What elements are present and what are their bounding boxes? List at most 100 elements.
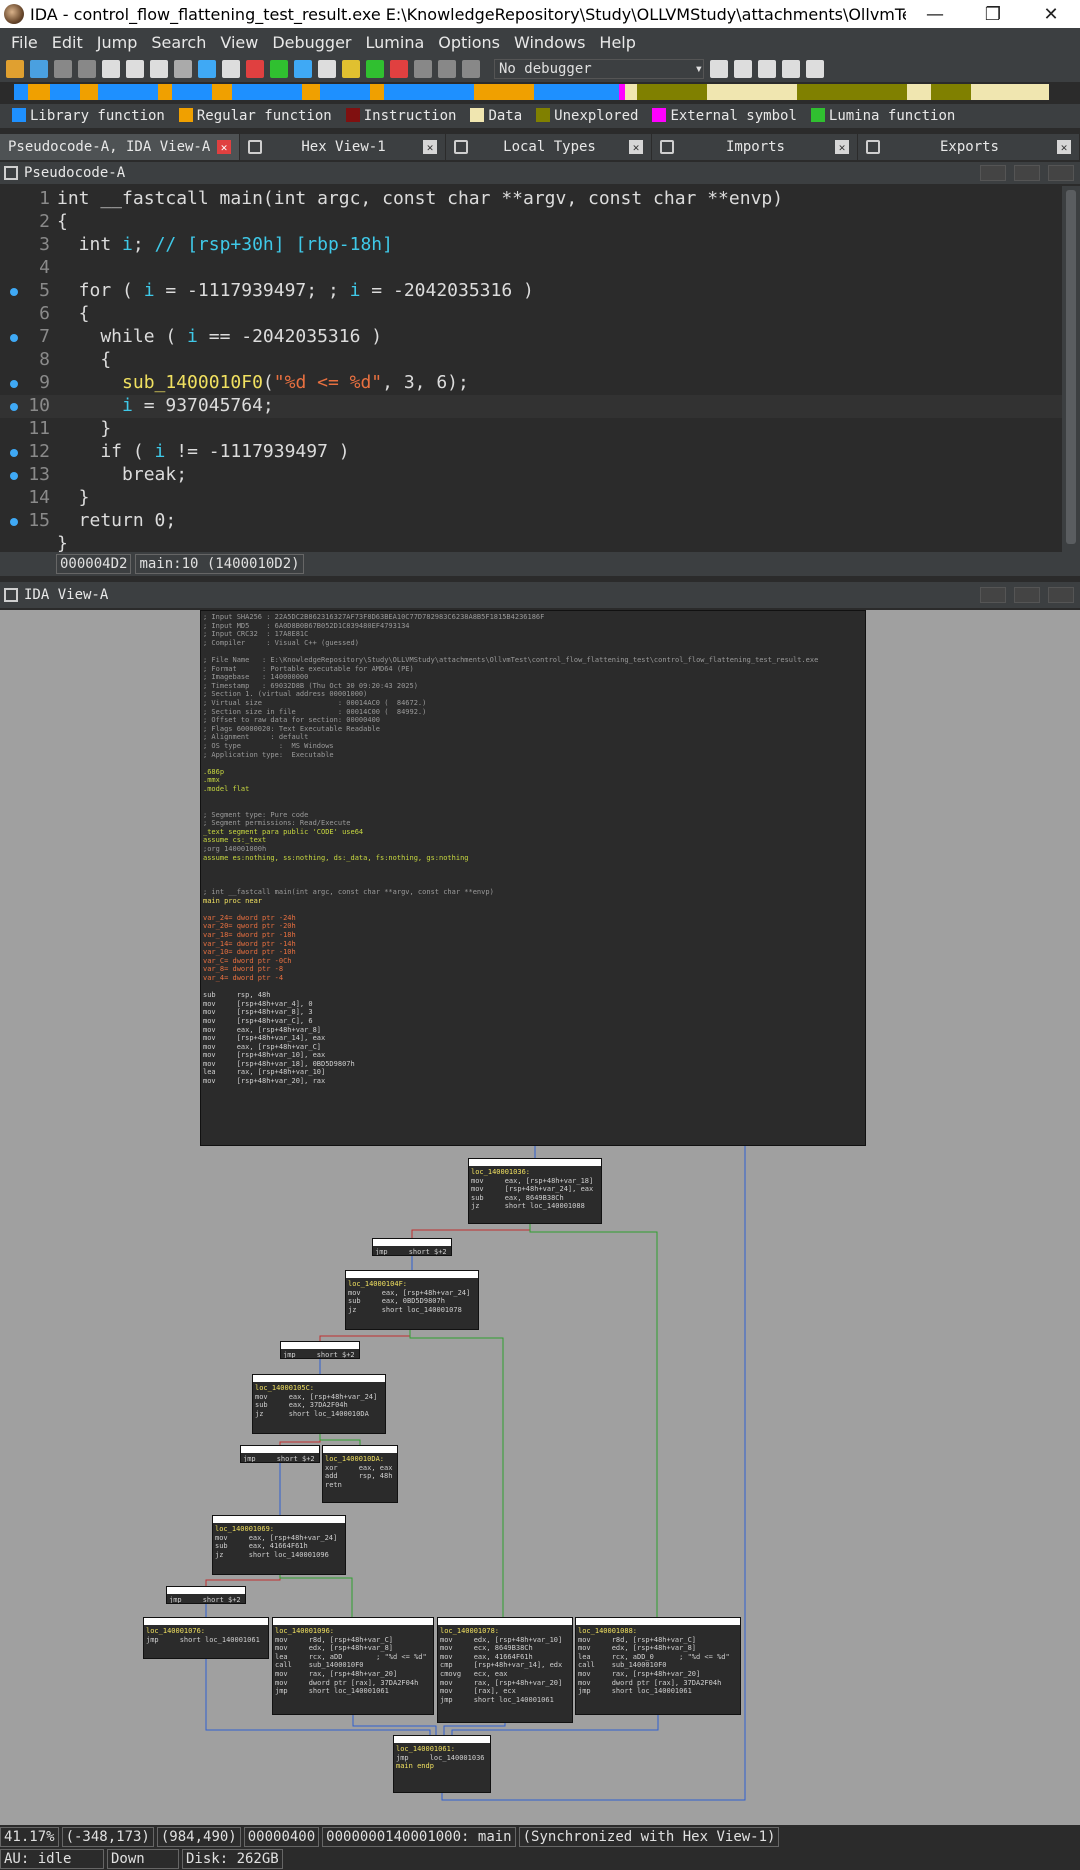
asm-line[interactable]: sub rsp, 48h [203, 991, 863, 1000]
asm-line[interactable]: _text segment para public 'CODE' use64 [203, 828, 863, 837]
asm-line[interactable]: .mmx [203, 776, 863, 785]
asm-line[interactable]: mov r8d, [rsp+48h+var_C] [578, 1636, 738, 1645]
asm-line[interactable]: mov rax, [rsp+48h+var_20] [578, 1670, 738, 1679]
asm-line[interactable]: ; Segment permissions: Read/Execute [203, 819, 863, 828]
list3-icon[interactable] [806, 60, 824, 78]
asm-line[interactable]: mov edx, [rsp+48h+var_10] [440, 1636, 570, 1645]
asm-line[interactable]: var_4= dword ptr -4 [203, 974, 863, 983]
asm-line[interactable]: xor eax, eax [325, 1464, 395, 1473]
pseudocode-view[interactable]: 1 int __fastcall main(int argc, const cha… [0, 186, 1062, 552]
asm-line[interactable]: ; Compiler : Visual C++ (guessed) [203, 639, 863, 648]
asm-line[interactable]: mov [rsp+48h+var_14], eax [203, 1034, 863, 1043]
asm-line[interactable]: retn [325, 1481, 395, 1490]
close-button[interactable]: ✕ [1022, 0, 1080, 28]
asm-line[interactable]: mov [rsp+48h+var_10], eax [203, 1051, 863, 1060]
basic-block[interactable]: jmp short $+2 [280, 1341, 360, 1359]
asm-line[interactable]: jmp loc_140001036 [396, 1754, 488, 1763]
basic-block[interactable]: jmp short $+2 [240, 1445, 320, 1463]
tab-exports[interactable]: Exports ✕ [858, 134, 1080, 160]
restore-button[interactable] [980, 165, 1006, 181]
asm-line[interactable]: loc_140001036: [471, 1168, 599, 1177]
asm-line[interactable]: ; Format : Portable executable for AMD64… [203, 665, 863, 674]
asm-line[interactable]: var_C= dword ptr -0Ch [203, 957, 863, 966]
asm-line[interactable]: ; Offset to raw data for section: 000004… [203, 716, 863, 725]
asm-line[interactable]: ; File Name : E:\KnowledgeRepository\Stu… [203, 656, 863, 665]
asm-line[interactable]: mov [rsp+48h+var_C], 6 [203, 1017, 863, 1026]
float-button[interactable] [1014, 587, 1040, 603]
asm-line[interactable] [203, 871, 863, 880]
lumina-icon[interactable] [270, 60, 288, 78]
asm-line[interactable] [203, 759, 863, 768]
basic-block[interactable]: loc_140001061: jmp loc_140001036 main endp [393, 1735, 491, 1793]
code-line[interactable]: 13 break; [0, 464, 1062, 487]
asm-line[interactable]: lea rax, [rsp+48h+var_10] [203, 1068, 863, 1077]
asm-line[interactable]: call sub_1400010F0 [578, 1661, 738, 1670]
code-line[interactable]: 9 sub_1400010F0("%d <= %d", 3, 6); [0, 372, 1062, 395]
scrollbar-thumb[interactable] [1066, 190, 1076, 544]
play-icon[interactable] [414, 60, 432, 78]
asm-line[interactable]: mov edx, [rsp+48h+var_8] [275, 1644, 431, 1653]
minimize-button[interactable]: — [906, 0, 964, 28]
quote-icon[interactable] [366, 60, 384, 78]
asm-line[interactable]: ; Alignment : default [203, 733, 863, 742]
asm-line[interactable]: loc_14000105C: [255, 1384, 383, 1393]
asm-line[interactable]: mov [rsp+48h+var_8], 3 [203, 1008, 863, 1017]
asm-line[interactable]: assume es:nothing, ss:nothing, ds:_data,… [203, 854, 863, 863]
navigation-band[interactable] [14, 84, 1058, 100]
asm-line[interactable]: mov eax, 41664F61h [440, 1653, 570, 1662]
open-icon[interactable] [6, 60, 24, 78]
code-line[interactable]: 1 int __fastcall main(int argc, const cha… [0, 188, 1062, 211]
debugger-select[interactable]: No debugger ▾ [494, 59, 704, 79]
asm-line[interactable]: .model flat [203, 785, 863, 794]
code-line[interactable]: 10 i = 937045764; [0, 395, 1062, 418]
asm-line[interactable]: mov [rsp+48h+var_24], eax [471, 1185, 599, 1194]
asm-line[interactable]: ; Virtual size : 00014AC0 ( 84672.) [203, 699, 863, 708]
step-icon[interactable] [710, 60, 728, 78]
close-icon[interactable]: ✕ [629, 140, 643, 154]
code-line[interactable]: 12 if ( i != -1117939497 ) [0, 441, 1062, 464]
float-button[interactable] [1014, 165, 1040, 181]
breakpoint-dot-icon[interactable] [10, 518, 18, 526]
basic-block[interactable]: loc_1400010DA: xor eax, eax add rsp, 48h re… [322, 1445, 398, 1503]
asm-line[interactable]: loc_140001061: [396, 1745, 488, 1754]
breakpoint-icon[interactable] [390, 60, 408, 78]
code-text[interactable]: int __fastcall main(int argc, const char… [57, 188, 783, 209]
menu-windows[interactable]: Windows [507, 33, 592, 52]
code-line[interactable]: 5 for ( i = -1117939497; ; i = -20420353… [0, 280, 1062, 303]
asm-line[interactable]: ;org 140001000h [203, 845, 863, 854]
code-text[interactable]: return 0; [57, 510, 177, 531]
basic-block[interactable]: jmp short $+2 [372, 1238, 452, 1256]
asm-line[interactable]: ; Segment type: Pure code [203, 811, 863, 820]
stop-icon[interactable] [462, 60, 480, 78]
basic-block[interactable]: loc_140001036: mov eax, [rsp+48h+var_18] m… [468, 1158, 602, 1224]
asm-line[interactable]: mov eax, [rsp+48h+var_24] [215, 1534, 343, 1543]
back-icon[interactable] [54, 60, 72, 78]
basic-block[interactable]: loc_140001069: mov eax, [rsp+48h+var_24] s… [212, 1515, 346, 1575]
asm-line[interactable] [203, 879, 863, 888]
breakpoint-dot-icon[interactable] [10, 403, 18, 411]
asm-line[interactable]: add rsp, 48h [325, 1472, 395, 1481]
code-text[interactable]: { [57, 349, 111, 370]
basic-block[interactable]: loc_14000104F: mov eax, [rsp+48h+var_24] s… [345, 1270, 479, 1330]
asm-line[interactable]: ; OS type : MS Windows [203, 742, 863, 751]
asm-line[interactable]: ; Imagebase : 140000000 [203, 673, 863, 682]
asm-line[interactable]: var_8= dword ptr -8 [203, 965, 863, 974]
code-text[interactable]: { [57, 303, 90, 324]
asm-line[interactable]: loc_140001096: [275, 1627, 431, 1636]
asm-line[interactable]: loc_140001088: [578, 1627, 738, 1636]
asm-line[interactable]: mov ecx, 8649B38Ch [440, 1644, 570, 1653]
asm-line[interactable]: jmp short $+2 [169, 1596, 243, 1603]
code-line[interactable]: 15 return 0; [0, 510, 1062, 533]
asm-line[interactable]: loc_1400010DA: [325, 1455, 395, 1464]
panel-close-button[interactable] [1048, 587, 1074, 603]
asm-line[interactable]: var_14= dword ptr -14h [203, 940, 863, 949]
graph-icon[interactable] [246, 60, 264, 78]
code-text[interactable]: break; [57, 464, 187, 485]
asm-line[interactable]: loc_14000104F: [348, 1280, 476, 1289]
asm-line[interactable]: call sub_1400010F0 [275, 1661, 431, 1670]
data-icon[interactable] [318, 60, 336, 78]
tab-imports[interactable]: Imports ✕ [652, 134, 858, 160]
asm-line[interactable]: mov rax, [rsp+48h+var_20] [275, 1670, 431, 1679]
asm-line[interactable]: jmp short loc_140001061 [440, 1696, 570, 1705]
asm-line[interactable]: ; Section size in file : 00014C00 ( 8499… [203, 708, 863, 717]
